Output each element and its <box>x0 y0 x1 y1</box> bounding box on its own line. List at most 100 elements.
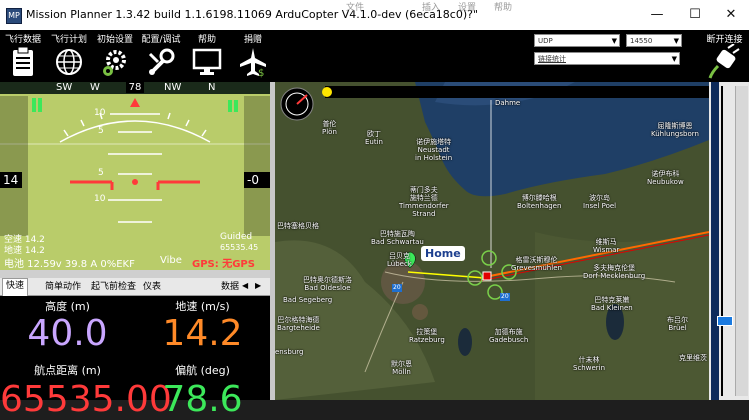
toolbar-config-tuning[interactable]: 配置/调试 <box>138 30 184 82</box>
app-icon: MP <box>6 8 22 24</box>
map-side-controls <box>709 82 749 400</box>
road-number: 20 <box>501 293 509 300</box>
quick-value-yaw: 78.6 <box>162 379 243 420</box>
map-place-label: 多夫梅克伦堡 Dorf Mecklenburg <box>583 264 646 280</box>
battery-status: 电池 12.59v 39.8 A 0%EKF <box>4 259 135 270</box>
toolbar-label: 配置/调试 <box>141 35 181 45</box>
monitor-icon <box>192 48 222 75</box>
chevron-down-icon: ▼ <box>673 37 679 45</box>
map-place-label: 巴尔格特海德 Bargteheide <box>277 316 320 332</box>
map-place-label: 巴特奥尔德斯洛 Bad Oldesloe <box>303 276 352 292</box>
map-place-label: 诺伊施塔特 Neustadt in Holstein <box>415 138 453 162</box>
maximize-button[interactable]: ☐ <box>686 6 704 24</box>
globe-icon <box>56 49 82 75</box>
baud-select-value: 14550 <box>630 37 653 45</box>
toolbar-initial-setup[interactable]: 初始设置 <box>92 30 138 82</box>
tab-scroll-right-icon[interactable]: ▶ <box>255 281 261 290</box>
map-place-label: 什未林 Schwerin <box>573 356 606 372</box>
toolbar-label: 飞行数据 <box>4 35 41 45</box>
tab-scroll-left-icon[interactable]: ◀ <box>242 281 248 290</box>
toolbar-label: 初始设置 <box>96 35 133 45</box>
window-title: Mission Planner 1.3.42 build 1.1.6198.11… <box>26 8 479 21</box>
road-number: 20 <box>393 284 401 291</box>
quick-label-altitude: 高度 (m) <box>45 300 90 313</box>
toolbar-label: 捐赠 <box>243 35 262 45</box>
pitch-label: 5 <box>98 126 104 136</box>
map-place-label: 默尔恩 Mölln <box>391 360 412 376</box>
tab-actions[interactable]: 简单动作 <box>42 280 84 295</box>
map-place-label: 巴特施瓦陶 Bad Schwartau <box>371 230 424 246</box>
tab-quick[interactable]: 快速 <box>2 278 29 296</box>
side-scrollbar[interactable] <box>735 86 748 396</box>
map-place-label: ensburg <box>275 348 304 356</box>
minimize-button[interactable]: — <box>648 6 666 24</box>
main-toolbar: 飞行数据 飞行计划 初始设置 配置/调试 帮助 捐赠 $ UDP ▼ 14550… <box>0 30 749 82</box>
map-place-label: 巴特克莱嫩 Bad Kleinen <box>591 296 633 312</box>
speed-readout: 14 <box>3 173 19 187</box>
toolbar-label: 飞行计划 <box>50 35 87 45</box>
distance-text: 65535.45 <box>220 243 259 252</box>
chevron-down-icon: ▼ <box>611 37 617 45</box>
background-menu-insert[interactable]: 插入 <box>422 0 440 13</box>
map-place-label: 加德布施 Gadebusch <box>489 328 529 344</box>
quick-label-groundspeed: 地速 (m/s) <box>175 300 230 313</box>
background-menu-settings[interactable]: 设置 <box>458 0 476 13</box>
splitter[interactable] <box>0 270 270 278</box>
plane-icon: $ <box>240 48 266 78</box>
disconnect-button[interactable]: 断开连接 <box>700 30 749 82</box>
map-place-label: 巴特塞格贝格 <box>277 222 319 230</box>
title-bar: MP Mission Planner 1.3.42 build 1.1.6198… <box>0 0 749 31</box>
map-place-label: 布吕尔 Brüel <box>667 316 688 332</box>
map-place-label: 波尔岛 Insel Poel <box>583 194 617 210</box>
tab-preflight[interactable]: 起飞前检查 <box>88 280 139 295</box>
altitude-readout: -0 <box>247 173 259 187</box>
hud-display: SW W NW N 78 10 5 5 10 14 -0 空速 14.2 地速 … <box>0 82 270 270</box>
map-place-label: 欧丁 Eutin <box>365 130 383 146</box>
home-marker-label[interactable]: Home <box>421 246 465 261</box>
link-stats-select[interactable]: 链接统计 ▼ <box>534 52 680 65</box>
svg-text:$: $ <box>258 68 264 78</box>
gears-icon <box>103 50 126 76</box>
plug-icon <box>708 44 740 79</box>
quick-panel: 高度 (m) 40.0 地速 (m/s) 14.2 航点距离 (m) 65535… <box>0 296 270 418</box>
background-menu-file[interactable]: 文件 <box>346 0 364 13</box>
toolbar-flight-data[interactable]: 飞行数据 <box>0 30 46 82</box>
map-place-label: 诺伊布科 Neubukow <box>647 170 684 186</box>
quick-value-groundspeed: 14.2 <box>162 313 243 354</box>
quick-value-wp-distance: 65535.00 <box>0 379 172 420</box>
pitch-label: 10 <box>94 108 106 118</box>
zoom-slider-thumb[interactable] <box>717 316 733 326</box>
toolbar-help[interactable]: 帮助 <box>184 30 230 82</box>
chevron-down-icon: ▼ <box>671 55 677 63</box>
tab-gauges[interactable]: 仪表 <box>140 280 164 295</box>
gps-status: GPS: 无GPS <box>192 259 255 270</box>
toolbar-flight-plan[interactable]: 飞行计划 <box>46 30 92 82</box>
map-view[interactable]: Home 20 20 Dahme 普伦 Plön 诺伊施塔特 Neustadt … <box>275 82 709 400</box>
port-select[interactable]: UDP ▼ <box>534 34 620 47</box>
baud-select[interactable]: 14550 ▼ <box>626 34 682 47</box>
map-place-label: 维斯马 Wismar <box>593 238 620 254</box>
tab-data[interactable]: 数据 <box>218 280 242 295</box>
background-menu-help[interactable]: 帮助 <box>494 0 512 13</box>
heading-tick: NW <box>164 82 182 93</box>
map-place-label: 博尔滕哈根 Boltenhagen <box>517 194 562 210</box>
map-place-label: Dahme <box>495 99 521 107</box>
quick-label-yaw: 偏航 (deg) <box>175 364 230 377</box>
map-place-label: 吕贝克 Lübeck <box>387 252 412 268</box>
port-select-value: UDP <box>538 37 553 45</box>
quick-label-wp-distance: 航点距离 (m) <box>34 364 101 377</box>
map-place-label: 拉策堡 Ratzeburg <box>409 328 445 344</box>
vibe-link[interactable]: Vibe <box>160 255 182 266</box>
satellite-map <box>275 82 709 400</box>
close-button[interactable]: ✕ <box>722 6 740 24</box>
quick-value-altitude: 40.0 <box>27 313 108 354</box>
map-place-label: 克里维茨 <box>679 354 707 362</box>
flight-mode: Guided <box>220 232 253 242</box>
map-place-label: 普伦 Plön <box>322 120 337 136</box>
zoom-track-bg <box>711 82 719 400</box>
zoom-track[interactable] <box>721 86 723 396</box>
map-place-label: Bad Segeberg <box>283 296 333 304</box>
toolbar-donate[interactable]: 捐赠 $ <box>230 30 276 82</box>
map-place-label: 蒂门多夫 施特兰德 Timmendorfer Strand <box>399 186 449 218</box>
wrench-icon <box>148 48 175 75</box>
